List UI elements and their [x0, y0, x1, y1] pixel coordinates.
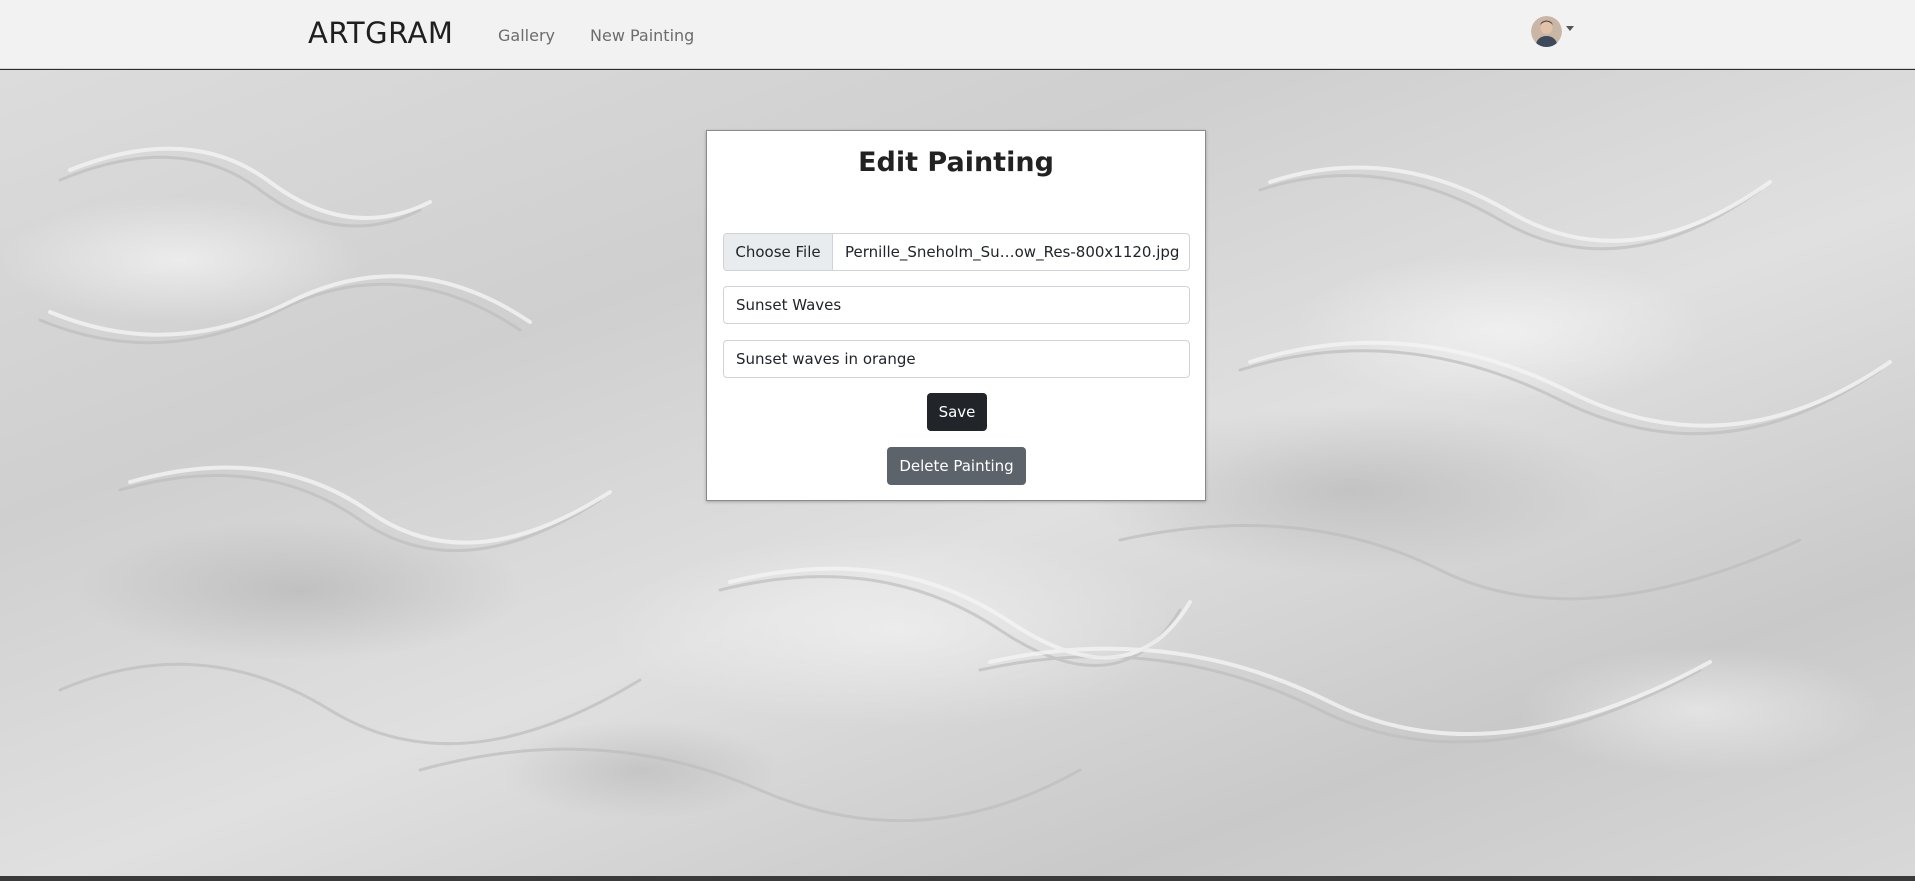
top-navbar: ARTGRAM Gallery New Painting [0, 0, 1915, 69]
painting-description-input[interactable] [723, 340, 1190, 378]
textured-background: Edit Painting Choose File Pernille_Sneho… [0, 70, 1915, 876]
page-title: Edit Painting [858, 147, 1054, 178]
caret-down-icon [1566, 25, 1574, 31]
bottom-edge-bar [0, 876, 1915, 881]
choose-file-button[interactable]: Choose File [724, 234, 833, 270]
painting-title-input[interactable] [723, 286, 1190, 324]
user-menu-toggle[interactable] [1531, 14, 1574, 48]
file-upload-field[interactable]: Choose File Pernille_Sneholm_Su…ow_Res-8… [723, 233, 1190, 271]
save-button[interactable]: Save [927, 393, 987, 431]
delete-painting-button[interactable]: Delete Painting [887, 447, 1026, 485]
nav-link-new-painting[interactable]: New Painting [590, 26, 694, 45]
nav-link-gallery[interactable]: Gallery [498, 26, 555, 45]
selected-file-name: Pernille_Sneholm_Su…ow_Res-800x1120.jpg [845, 243, 1180, 261]
user-avatar-icon [1531, 15, 1562, 47]
edit-painting-card: Edit Painting Choose File Pernille_Sneho… [706, 130, 1206, 501]
brand-logo[interactable]: ARTGRAM [308, 16, 453, 50]
